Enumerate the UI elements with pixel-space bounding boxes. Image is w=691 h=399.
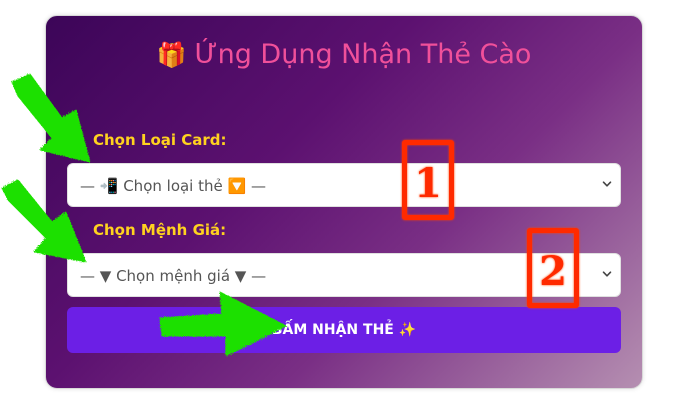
page: 🎁 Ứng Dụng Nhận Thẻ Cào Chọn Loại Card: —…	[0, 0, 691, 399]
step-1-marker: 1	[402, 140, 454, 220]
card-form-panel: 🎁 Ứng Dụng Nhận Thẻ Cào Chọn Loại Card: —…	[45, 15, 643, 389]
denomination-select-value: — ▼ Chọn mệnh giá ▼ —	[80, 267, 267, 285]
page-title: 🎁 Ứng Dụng Nhận Thẻ Cào	[46, 38, 642, 72]
submit-button[interactable]: BẤM NHẬN THẺ ✨	[67, 307, 621, 353]
denomination-label: Chọn Mệnh Giá:	[93, 221, 227, 239]
page-title-text: Ứng Dụng Nhận Thẻ Cào	[194, 39, 532, 70]
card-type-select-value: — 📲 Chọn loại thẻ 🔽 —	[80, 177, 266, 195]
chevron-down-icon	[602, 181, 612, 187]
chevron-down-icon	[602, 271, 612, 277]
gift-icon: 🎁	[156, 41, 187, 69]
step-2-marker: 2	[527, 228, 579, 308]
card-type-label: Chọn Loại Card:	[93, 131, 227, 149]
card-type-select[interactable]: — 📲 Chọn loại thẻ 🔽 —	[67, 163, 621, 207]
